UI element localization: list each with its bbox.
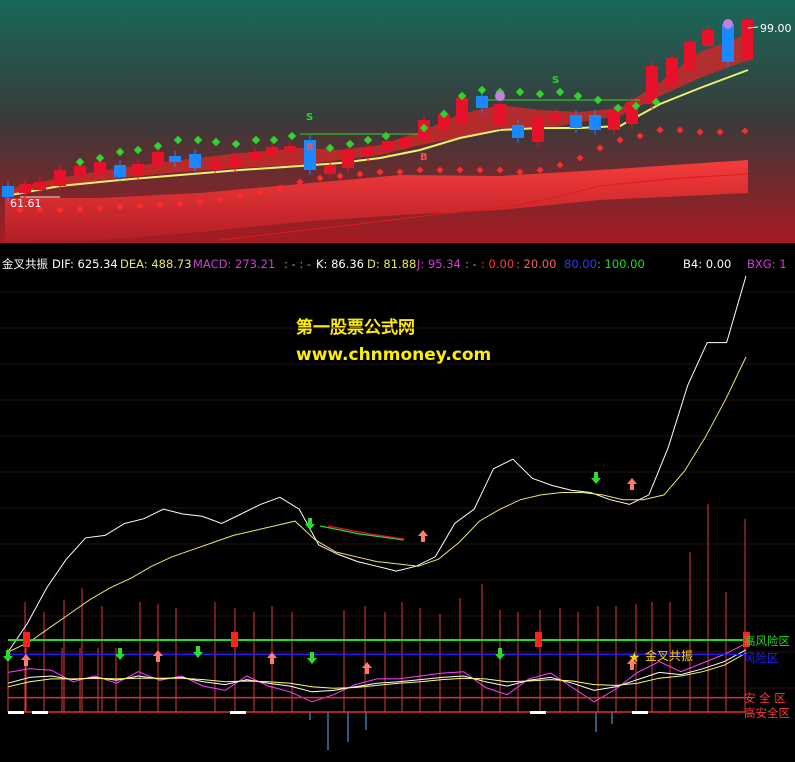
candle — [94, 162, 106, 174]
candle — [152, 152, 164, 166]
bxg-readout: BXG: 1 — [747, 257, 787, 271]
candle — [284, 146, 296, 152]
indicator-name: 金叉共振 — [2, 257, 48, 271]
candle — [342, 150, 354, 168]
baseline-tick — [230, 711, 246, 714]
candle — [266, 147, 278, 156]
price-high-label: 99.00 — [760, 22, 792, 35]
candle — [684, 42, 696, 70]
candle — [324, 165, 336, 174]
candle — [456, 98, 468, 124]
signal-mark: S — [306, 112, 313, 123]
candle — [608, 110, 620, 130]
k-readout: K: 86.36 — [316, 257, 364, 271]
sell-arrow-icon — [495, 648, 505, 660]
candle — [399, 138, 411, 147]
indicator-panel[interactable]: ★ 金叉共振 高风险区风险区安 全 区高安全区 — [0, 272, 795, 762]
price-low-label: 61.61 — [10, 197, 42, 210]
candle — [2, 186, 14, 197]
candle — [249, 152, 261, 160]
candle — [382, 141, 394, 150]
dea-readout: DEA: 488.73 — [120, 257, 192, 271]
separator-2: : - — [465, 257, 477, 271]
candle — [189, 154, 201, 168]
buy-arrow-icon — [627, 478, 637, 490]
signal-mark: B — [306, 142, 314, 153]
candle — [532, 118, 544, 142]
signal-badge — [495, 91, 505, 101]
candle — [589, 115, 601, 130]
candle — [722, 24, 734, 62]
candle — [570, 115, 582, 128]
candle — [54, 170, 66, 186]
level-80-readout: 80.00 — [564, 257, 597, 271]
candle — [702, 30, 714, 46]
candle — [512, 125, 524, 138]
candle — [494, 104, 506, 125]
j-readout: J: 95.34 — [417, 257, 461, 271]
level-20-readout: : 20.00 — [516, 257, 557, 271]
macd-readout: MACD: 273.21 — [193, 257, 276, 271]
separator-1: : - : - — [284, 257, 312, 271]
buy-arrow-icon — [21, 654, 31, 666]
level-0-readout: : 0.00 — [481, 257, 515, 271]
b4-readout: B4: 0.00 — [683, 257, 732, 271]
chart-stage: S S B B 99.00 61.61 金叉共振 DIF: 625.34 DEA: 4… — [0, 0, 795, 762]
candle — [19, 184, 31, 193]
zone-label-high-risk: 高风险区 — [744, 634, 790, 648]
candle — [132, 164, 144, 176]
candle — [169, 156, 181, 162]
signal-mark: S — [552, 75, 559, 86]
candle — [741, 20, 753, 60]
candle — [34, 182, 46, 190]
dif-cross-segment — [327, 525, 405, 540]
buy-arrow-icon — [418, 530, 428, 542]
candle — [74, 166, 86, 176]
buy-arrow-icon — [362, 662, 372, 674]
baseline-tick — [32, 711, 48, 714]
zone-label-risk: 风险区 — [744, 651, 779, 665]
zone-label-high-safe: 高安全区 — [744, 706, 790, 720]
candle — [550, 113, 562, 120]
candle — [229, 157, 241, 168]
signal-badge — [723, 19, 733, 29]
dif-line — [7, 275, 747, 653]
candle — [209, 162, 221, 170]
indicator-header: 金叉共振 DIF: 625.34 DEA: 488.73 MACD: 273.2… — [0, 256, 795, 272]
signal-mark: B — [420, 152, 428, 163]
candle — [476, 96, 488, 108]
d-readout: D: 81.88 — [367, 257, 417, 271]
candle — [666, 58, 678, 86]
baseline-tick — [530, 711, 546, 714]
baseline-tick — [8, 711, 24, 714]
dif-readout: DIF: 625.34 — [52, 257, 118, 271]
sell-arrow-icon — [305, 518, 315, 530]
candle — [362, 148, 374, 156]
sell-arrow-icon — [193, 646, 203, 658]
signal-block — [23, 632, 30, 647]
price-panel[interactable]: S S B B 99.00 61.61 — [0, 0, 795, 250]
star-icon: ★ — [628, 650, 641, 666]
dea-line — [7, 356, 747, 653]
zone-label-safe: 安 全 区 — [744, 691, 786, 705]
signal-block — [231, 632, 238, 647]
candle — [114, 165, 126, 177]
sell-arrow-icon — [591, 472, 601, 484]
signal-block — [535, 632, 542, 647]
level-100-readout: : 100.00 — [597, 257, 645, 271]
baseline-tick — [632, 711, 648, 714]
golden-cross-label: 金叉共振 — [645, 648, 693, 663]
